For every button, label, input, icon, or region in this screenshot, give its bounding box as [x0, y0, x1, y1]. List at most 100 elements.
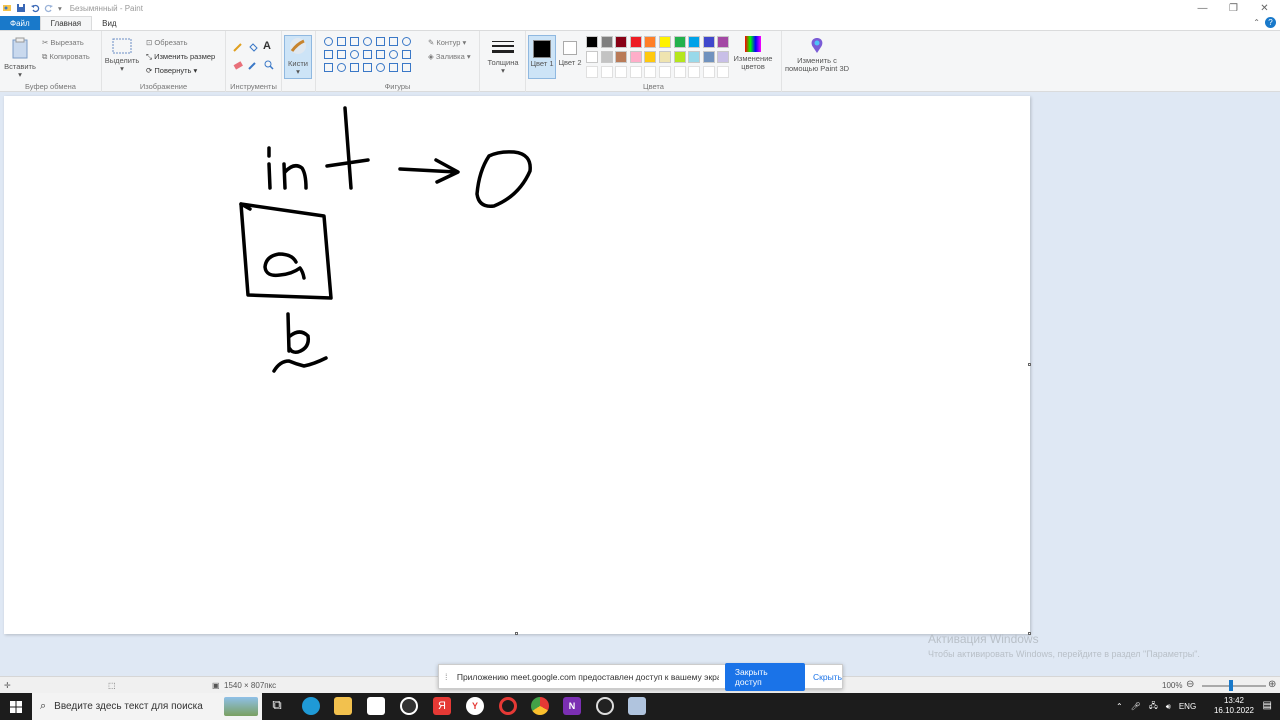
palette-color-swatch[interactable] [629, 36, 642, 48]
palette-color-swatch[interactable] [717, 51, 730, 63]
tab-home[interactable]: Главная [39, 16, 93, 30]
palette-color-swatch[interactable] [659, 51, 671, 63]
yandex-browser-icon[interactable]: Y [466, 697, 484, 715]
tray-expand-icon[interactable]: ⌃ [1116, 702, 1123, 711]
paint-taskbar-icon[interactable] [628, 697, 646, 715]
palette-color-swatch[interactable] [615, 36, 628, 48]
custom-color-slot[interactable] [702, 66, 715, 78]
palette-color-swatch[interactable] [673, 51, 686, 63]
drawing-canvas[interactable] [4, 96, 1030, 634]
yandex-icon[interactable]: Я [433, 697, 451, 715]
custom-color-slot[interactable] [615, 66, 628, 78]
volume-icon[interactable]: 🔊︎ [1166, 702, 1171, 712]
palette-color-swatch[interactable] [644, 51, 657, 63]
shape-tool-icon[interactable] [337, 37, 346, 46]
paint3d-button[interactable]: Изменить с помощью Paint 3D [784, 37, 850, 73]
shape-tool-icon[interactable] [363, 50, 372, 59]
ccleaner-icon[interactable] [400, 697, 418, 715]
custom-color-slot[interactable] [629, 66, 642, 78]
palette-color-swatch[interactable] [688, 36, 701, 48]
file-explorer-icon[interactable] [334, 697, 352, 715]
taskbar-search[interactable]: ⌕ Введите здесь текст для поиска [32, 693, 262, 720]
fill-button[interactable]: ◈ Заливка ▾ [428, 52, 471, 61]
drag-handle-icon[interactable]: ⁞ [445, 672, 451, 682]
shape-tool-icon[interactable] [402, 50, 411, 59]
text-icon[interactable]: A [263, 40, 275, 52]
palette-color-swatch[interactable] [702, 36, 715, 48]
save-icon[interactable] [16, 3, 26, 13]
resize-handle-bottom[interactable] [515, 632, 518, 635]
palette-color-swatch[interactable] [659, 36, 671, 48]
custom-color-slot[interactable] [586, 66, 598, 78]
palette-color-swatch[interactable] [688, 51, 701, 63]
copy-button[interactable]: ⧉ Копировать [42, 52, 90, 62]
shape-tool-icon[interactable] [376, 37, 385, 46]
edge-icon[interactable] [302, 697, 320, 715]
shape-tool-icon[interactable] [376, 50, 385, 59]
edit-colors-button[interactable]: Изменение цветов [730, 35, 776, 71]
zoom-in-icon[interactable]: ⊕ [1268, 679, 1276, 690]
resize-button[interactable]: ⤡ Изменить размер [146, 52, 215, 62]
magnifier-icon[interactable] [263, 59, 275, 71]
palette-color-swatch[interactable] [615, 51, 628, 63]
chrome-icon[interactable] [531, 697, 549, 715]
size-button[interactable]: Толщина ▾ [484, 39, 522, 75]
notifications-icon[interactable]: ▤ [1263, 700, 1272, 711]
undo-icon[interactable] [30, 3, 40, 13]
shape-tool-icon[interactable] [389, 37, 398, 46]
redo-icon[interactable] [44, 3, 54, 13]
color-picker-icon[interactable] [247, 59, 259, 71]
palette-color-swatch[interactable] [673, 36, 686, 48]
palette-color-swatch[interactable] [586, 36, 598, 48]
minimize-icon[interactable]: — [1187, 0, 1218, 16]
palette-color-swatch[interactable] [717, 36, 730, 48]
shape-tool-icon[interactable] [324, 37, 333, 46]
fill-bucket-icon[interactable] [247, 41, 259, 53]
resize-handle-right[interactable] [1028, 363, 1031, 366]
shape-tool-icon[interactable] [389, 50, 398, 59]
hide-button[interactable]: Скрыть [813, 672, 842, 682]
custom-color-slot[interactable] [644, 66, 657, 78]
color2-button[interactable]: Цвет 2 [558, 35, 582, 79]
custom-color-slot[interactable] [659, 66, 671, 78]
pencil-icon[interactable] [232, 41, 244, 53]
custom-color-slot[interactable] [688, 66, 701, 78]
palette-color-swatch[interactable] [644, 36, 657, 48]
task-view-icon[interactable]: ⧉ [268, 697, 286, 715]
visual-studio-icon[interactable]: N [563, 697, 581, 715]
language-indicator[interactable]: ENG [1179, 702, 1196, 711]
obs-icon[interactable] [596, 697, 614, 715]
brushes-button[interactable]: Кисти ▾ [284, 35, 312, 79]
palette-color-swatch[interactable] [600, 51, 613, 63]
help-icon[interactable]: ? [1265, 17, 1276, 28]
collapse-ribbon-icon[interactable]: ⌃ [1253, 18, 1260, 27]
shape-tool-icon[interactable] [324, 63, 333, 72]
eraser-icon[interactable] [232, 59, 244, 71]
shape-tool-icon[interactable] [363, 63, 372, 72]
paste-button[interactable]: Вставить ▾ [4, 37, 36, 79]
shape-tool-icon[interactable] [350, 37, 359, 46]
palette-color-swatch[interactable] [600, 36, 613, 48]
shape-tool-icon[interactable] [337, 63, 346, 72]
custom-color-slot[interactable] [673, 66, 686, 78]
cut-button[interactable]: ✂ Вырезать [42, 38, 84, 47]
shape-tool-icon[interactable] [324, 50, 333, 59]
palette-color-swatch[interactable] [586, 51, 598, 63]
color1-button[interactable]: Цвет 1 [528, 35, 556, 79]
shape-tool-icon[interactable] [350, 50, 359, 59]
outline-button[interactable]: ✎ Контур ▾ [428, 38, 466, 47]
custom-color-slot[interactable] [600, 66, 613, 78]
shape-tool-icon[interactable] [376, 63, 385, 72]
rotate-button[interactable]: ⟳ Повернуть ▾ [146, 66, 197, 75]
select-button[interactable]: Выделить ▾ [104, 37, 140, 73]
customize-toolbar-icon[interactable]: ▾ [58, 4, 62, 13]
shape-tool-icon[interactable] [363, 37, 372, 46]
paint-app-icon[interactable] [2, 3, 12, 13]
tab-file[interactable]: Файл [0, 16, 40, 30]
shape-tool-icon[interactable] [389, 63, 398, 72]
crop-button[interactable]: ⊡ Обрезать [146, 38, 188, 47]
microphone-icon[interactable]: 🎤︎ [1131, 702, 1141, 711]
opera-icon[interactable] [499, 697, 517, 715]
store-icon[interactable] [367, 697, 385, 715]
zoom-slider[interactable] [1202, 685, 1266, 687]
